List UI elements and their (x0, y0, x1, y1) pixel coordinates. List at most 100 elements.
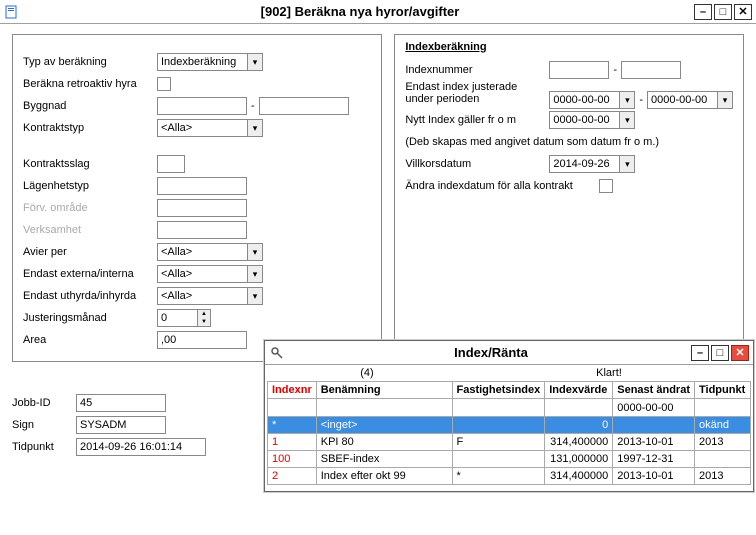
table-header-row: Indexnr Benämning Fastighetsindex Indexv… (268, 382, 751, 399)
area-input[interactable] (157, 331, 247, 349)
filter-fastighetsindex[interactable] (452, 399, 545, 417)
sub-minimize-button[interactable]: – (691, 345, 709, 361)
kontraktstyp-label: Kontraktstyp (23, 122, 153, 134)
table-row[interactable]: 1KPI 80F314,4000002013-10-012013 (268, 434, 751, 451)
avier-input[interactable] (157, 243, 247, 261)
spinner-down-icon[interactable]: ▼ (198, 318, 210, 326)
forv-input[interactable] (157, 199, 247, 217)
index-table: Indexnr Benämning Fastighetsindex Indexv… (267, 381, 751, 485)
cell-tp: 2013 (695, 468, 751, 485)
row-count: (4) (267, 367, 467, 379)
indexberakning-legend: Indexberäkning (405, 41, 733, 53)
chevron-down-icon[interactable]: ▾ (619, 111, 635, 129)
nytt-input[interactable] (549, 111, 619, 129)
cell-iv: 0 (545, 417, 613, 434)
period-to-input[interactable] (647, 91, 717, 109)
indexnummer-label: Indexnummer (405, 64, 545, 76)
right-panel: Indexberäkning Indexnummer - Endast inde… (394, 34, 744, 362)
verksamhet-input[interactable] (157, 221, 247, 239)
typ-input[interactable] (157, 53, 247, 71)
col-fastighetsindex[interactable]: Fastighetsindex (452, 382, 545, 399)
chevron-down-icon[interactable]: ▾ (247, 265, 263, 283)
tidpunkt-input[interactable] (76, 438, 206, 456)
externa-input[interactable] (157, 265, 247, 283)
spinner-up-icon[interactable]: ▲ (198, 310, 210, 318)
retro-label: Beräkna retroaktiv hyra (23, 78, 153, 90)
close-button[interactable]: ✕ (734, 4, 752, 20)
cell-ben: Index efter okt 99 (316, 468, 452, 485)
filter-indexnr[interactable] (268, 399, 317, 417)
cell-nr: * (268, 417, 317, 434)
period-from-combo[interactable]: ▾ (549, 91, 635, 109)
indexnummer-from-input[interactable] (549, 61, 609, 79)
villkor-combo[interactable]: ▾ (549, 155, 635, 173)
maximize-button[interactable]: □ (714, 4, 732, 20)
table-row[interactable]: 2Index efter okt 99*314,4000002013-10-01… (268, 468, 751, 485)
chevron-down-icon[interactable]: ▾ (717, 91, 733, 109)
cell-sa: 2013-10-01 (613, 434, 695, 451)
col-benamning[interactable]: Benämning (316, 382, 452, 399)
retro-checkbox[interactable] (157, 77, 171, 91)
table-row[interactable]: *<inget>0okänd (268, 417, 751, 434)
typ-combo[interactable]: ▾ (157, 53, 263, 71)
villkor-label: Villkorsdatum (405, 158, 545, 170)
minimize-button[interactable]: – (694, 4, 712, 20)
cell-sa: 1997-12-31 (613, 451, 695, 468)
tidpunkt-label: Tidpunkt (12, 441, 72, 453)
indexnummer-to-input[interactable] (621, 61, 681, 79)
chevron-down-icon[interactable]: ▾ (247, 243, 263, 261)
sub-maximize-button[interactable]: □ (711, 345, 729, 361)
uthyrda-combo[interactable]: ▾ (157, 287, 263, 305)
andra-label: Ändra indexdatum för alla kontrakt (405, 180, 595, 192)
window-title: [902] Beräkna nya hyror/avgifter (26, 4, 694, 19)
cell-fi: F (452, 434, 545, 451)
period-from-input[interactable] (549, 91, 619, 109)
sub-window-title: Index/Ränta (291, 345, 691, 360)
filter-benamning[interactable] (316, 399, 452, 417)
document-icon (4, 4, 20, 20)
nytt-note: (Deb skapas med angivet datum som datum … (405, 136, 659, 148)
kontraktstyp-input[interactable] (157, 119, 247, 137)
cell-iv: 131,000000 (545, 451, 613, 468)
sign-input[interactable] (76, 416, 166, 434)
byggnad-to-input[interactable] (259, 97, 349, 115)
avier-combo[interactable]: ▾ (157, 243, 263, 261)
cell-sa: 2013-10-01 (613, 468, 695, 485)
chevron-down-icon[interactable]: ▾ (247, 53, 263, 71)
table-row[interactable]: 100SBEF-index131,0000001997-12-31 (268, 451, 751, 468)
chevron-down-icon[interactable]: ▾ (619, 91, 635, 109)
col-tidpunkt[interactable]: Tidpunkt (695, 382, 751, 399)
chevron-down-icon[interactable]: ▾ (619, 155, 635, 173)
kontraktsslag-input[interactable] (157, 155, 185, 173)
byggnad-from-input[interactable] (157, 97, 247, 115)
jobbid-input[interactable] (76, 394, 166, 412)
main-titlebar: [902] Beräkna nya hyror/avgifter – □ ✕ (0, 0, 756, 24)
cell-ben: SBEF-index (316, 451, 452, 468)
filter-tidpunkt[interactable] (695, 399, 751, 417)
uthyrda-input[interactable] (157, 287, 247, 305)
cell-ben: <inget> (316, 417, 452, 434)
dash: - (251, 100, 255, 112)
cell-iv: 314,400000 (545, 468, 613, 485)
forv-label: Förv. område (23, 202, 153, 214)
justerings-spinner[interactable]: ▲ ▼ (157, 309, 211, 327)
villkor-input[interactable] (549, 155, 619, 173)
justerings-input[interactable] (157, 309, 197, 327)
cell-fi (452, 451, 545, 468)
col-indexnr[interactable]: Indexnr (268, 382, 317, 399)
filter-senast[interactable]: 0000-00-00 (613, 399, 695, 417)
chevron-down-icon[interactable]: ▾ (247, 287, 263, 305)
andra-checkbox[interactable] (599, 179, 613, 193)
table-filter-row: 0000-00-00 (268, 399, 751, 417)
filter-indexvarde[interactable] (545, 399, 613, 417)
nytt-combo[interactable]: ▾ (549, 111, 635, 129)
col-senast[interactable]: Senast ändrat (613, 382, 695, 399)
chevron-down-icon[interactable]: ▾ (247, 119, 263, 137)
sub-close-button[interactable]: ✕ (731, 345, 749, 361)
kontraktstyp-combo[interactable]: ▾ (157, 119, 263, 137)
lagenhetstyp-input[interactable] (157, 177, 247, 195)
col-indexvarde[interactable]: Indexvärde (545, 382, 613, 399)
byggnad-label: Byggnad (23, 100, 153, 112)
externa-combo[interactable]: ▾ (157, 265, 263, 283)
period-to-combo[interactable]: ▾ (647, 91, 733, 109)
